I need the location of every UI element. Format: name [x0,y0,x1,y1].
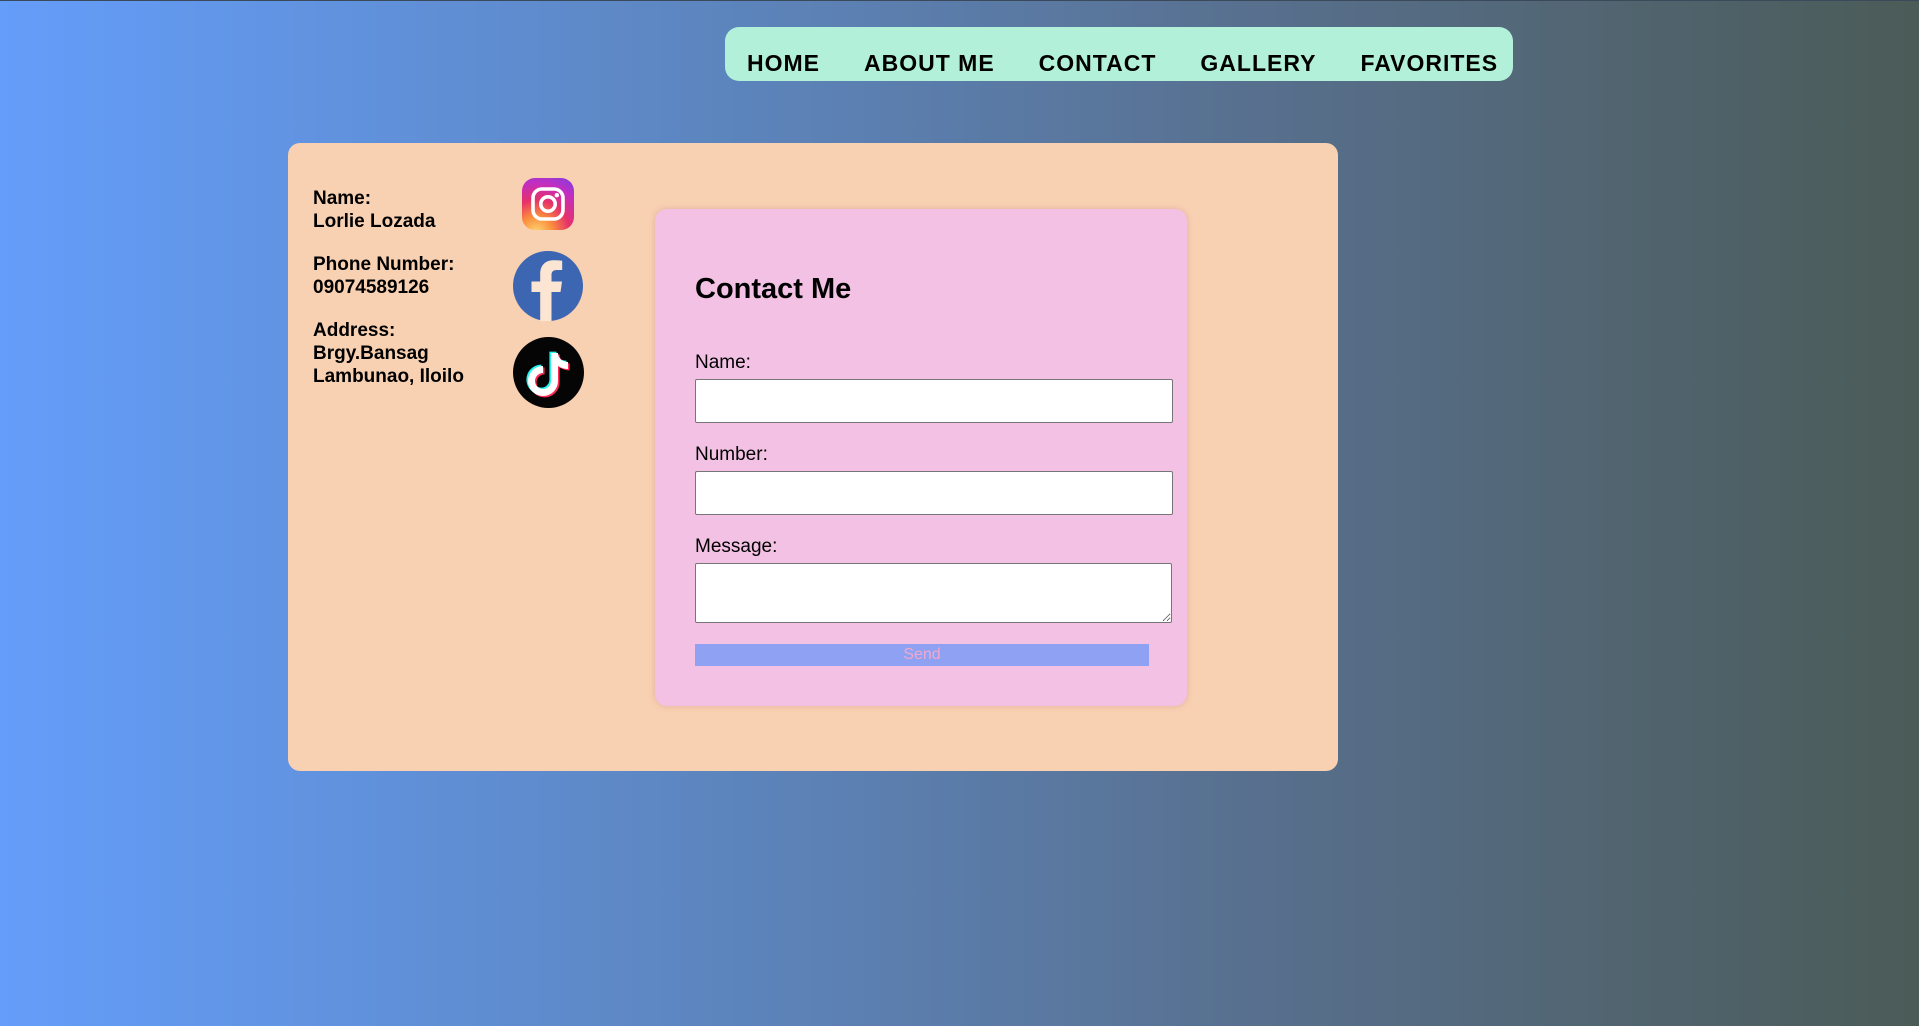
name-info-value: Lorlie Lozada [313,211,436,232]
address-info: Address: Brgy.Bansag Lambunao, Iloilo [313,319,513,388]
name-info: Name: Lorlie Lozada [313,187,513,233]
facebook-icon[interactable] [513,251,583,321]
contact-form: Contact Me Name: Number: Message: Send [655,209,1187,706]
top-navigation: HOME ABOUT ME CONTACT GALLERY FAVORITES [725,27,1513,81]
number-field[interactable] [695,471,1173,515]
name-info-label: Name: [313,188,372,209]
name-field-label: Name: [695,352,751,373]
message-field[interactable] [695,563,1172,623]
send-button[interactable]: Send [695,644,1149,666]
contact-form-title: Contact Me [695,273,852,305]
contact-info: Name: Lorlie Lozada Phone Number: 090745… [313,187,513,408]
nav-home-link[interactable]: HOME [747,49,820,77]
message-field-label: Message: [695,536,778,557]
phone-info-value: 09074589126 [313,277,430,298]
nav-gallery-link[interactable]: GALLERY [1200,49,1316,77]
instagram-icon[interactable] [522,178,574,230]
nav-favorites-link[interactable]: FAVORITES [1360,49,1498,77]
nav-about-me-link[interactable]: ABOUT ME [864,49,995,77]
tiktok-icon[interactable] [513,337,584,408]
nav-contact-link[interactable]: CONTACT [1039,49,1157,77]
phone-info-label: Phone Number: [313,254,455,275]
contact-card: Name: Lorlie Lozada Phone Number: 090745… [288,143,1338,771]
address-info-line1: Brgy.Bansag [313,343,429,364]
number-field-label: Number: [695,444,768,465]
address-info-label: Address: [313,320,396,341]
address-info-line2: Lambunao, Iloilo [313,366,464,387]
name-field[interactable] [695,379,1173,423]
phone-info: Phone Number: 09074589126 [313,253,513,299]
